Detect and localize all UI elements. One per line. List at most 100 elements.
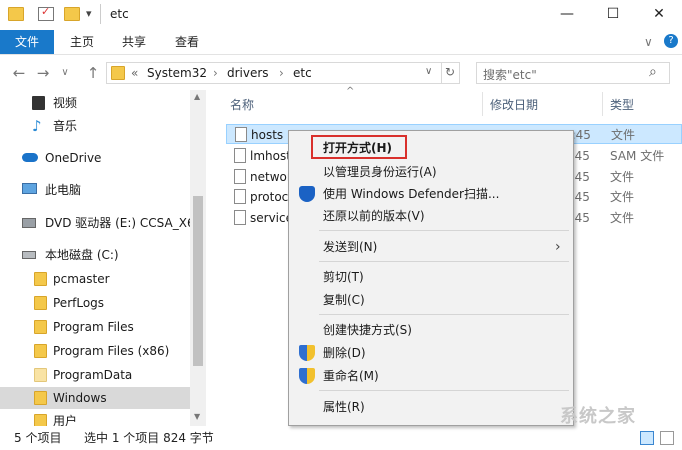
column-header-date[interactable]: 修改日期 [490,96,538,113]
tab-home[interactable]: 主页 [70,30,94,54]
quick-access-dropdown[interactable]: ▾ [86,7,92,20]
sidebar-item-this-pc[interactable]: 此电脑 [0,179,190,201]
properties-icon[interactable]: ✓ [38,5,54,21]
column-divider[interactable] [482,92,483,116]
sidebar-item-label: 音乐 [53,119,78,133]
sidebar-item-label: Windows [53,391,107,405]
breadcrumb-overflow[interactable]: « [131,66,138,80]
menu-separator [319,261,569,262]
menu-item-properties[interactable]: 属性(R) [289,396,573,418]
breadcrumb-system32[interactable]: System32 [147,66,207,80]
sidebar-item-label: 用户 [53,414,78,426]
tab-view[interactable]: 查看 [175,30,199,54]
folder-icon [34,296,47,310]
scrollbar-thumb[interactable] [193,196,203,366]
tab-file[interactable]: 文件 [0,30,54,54]
recent-locations-button[interactable]: ∨ [54,62,76,84]
refresh-button[interactable]: ↻ [445,65,455,79]
column-divider[interactable] [602,92,603,116]
menu-item-open-with[interactable]: 打开方式(H) [289,137,573,159]
computer-icon [22,183,37,194]
up-button[interactable]: ↑ [82,62,104,84]
search-box[interactable]: 搜索"etc" ⌕ [476,62,670,84]
forward-button[interactable]: → [32,62,54,84]
folder-icon [34,344,47,358]
search-input[interactable]: 搜索"etc" [483,66,537,83]
status-bar: 5 个项目 选中 1 个项目 824 字节 [0,426,682,450]
sidebar-item-onedrive[interactable]: OneDrive [0,147,190,169]
breadcrumb-etc[interactable]: etc [293,66,312,80]
menu-item-cut[interactable]: 剪切(T) [289,266,573,288]
scroll-down-arrow[interactable]: ▼ [194,412,200,421]
selection-info: 选中 1 个项目 824 字节 [84,431,214,445]
tab-share[interactable]: 共享 [122,30,146,54]
divider [441,63,442,83]
sidebar-item-music[interactable]: ♪ 音乐 [0,115,190,137]
file-type: 文件 [611,128,636,142]
menu-item-label: 打开方式(H) [323,141,393,155]
address-bar[interactable]: « System32 › drivers › etc ∨ ↻ [106,62,460,84]
sidebar-item-program-files[interactable]: Program Files [0,316,190,338]
folder-icon [111,66,125,80]
details-view-icon[interactable] [640,431,654,445]
sidebar-item-videos[interactable]: 视频 [0,92,190,114]
file-icon [234,210,246,225]
file-name: hosts [251,128,284,142]
drive-icon [22,251,36,259]
sidebar-item-program-files-x86[interactable]: Program Files (x86) [0,340,190,362]
sidebar-item-local-disk[interactable]: 本地磁盘 (C:) [0,244,190,266]
menu-item-restore-previous[interactable]: 还原以前的版本(V) [289,205,573,227]
menu-separator [319,314,569,315]
music-icon: ♪ [32,117,42,135]
close-button[interactable]: ✕ [636,0,682,30]
menu-item-label: 复制(C) [323,293,365,307]
watermark-logo: 系统之家 [560,406,636,427]
address-dropdown[interactable]: ∨ [425,66,432,77]
video-icon [32,96,45,110]
menu-item-label: 重命名(M) [323,369,379,383]
ribbon-collapse-button[interactable]: ∨ [644,30,653,54]
menu-item-delete[interactable]: 删除(D) [289,342,573,364]
large-icons-view-icon[interactable] [660,431,674,445]
menu-item-defender-scan[interactable]: 使用 Windows Defender扫描... [289,183,573,205]
sidebar-item-programdata[interactable]: ProgramData [0,364,190,386]
file-icon [234,169,246,184]
item-count: 5 个项目 [14,431,62,445]
chevron-right-icon: › [555,239,561,255]
folder-icon [34,272,47,286]
scroll-up-arrow[interactable]: ▲ [194,92,200,101]
sidebar-item-pcmaster[interactable]: pcmaster [0,268,190,290]
sidebar-item-perflogs[interactable]: PerfLogs [0,292,190,314]
maximize-button[interactable]: ☐ [590,0,636,30]
minimize-button[interactable]: — [544,0,590,30]
file-icon [235,127,247,142]
menu-item-rename[interactable]: 重命名(M) [289,365,573,387]
sidebar-item-users[interactable]: 用户 [0,410,190,426]
sidebar-item-windows[interactable]: Windows [0,387,190,409]
search-icon[interactable]: ⌕ [649,64,657,80]
file-icon [234,148,246,163]
back-button[interactable]: ← [8,62,30,84]
sidebar-item-dvd[interactable]: DVD 驱动器 (E:) CCSA_X64 [0,212,202,234]
sidebar-item-label: ProgramData [53,368,133,382]
menu-item-label: 还原以前的版本(V) [323,209,425,223]
column-header-name[interactable]: 名称 [230,96,254,113]
help-button[interactable]: ? [664,34,678,48]
menu-item-copy[interactable]: 复制(C) [289,289,573,311]
sidebar-item-label: pcmaster [53,272,110,286]
sidebar-scrollbar[interactable]: ▲ ▼ [190,90,206,426]
folder-icon [34,414,47,426]
navigation-pane: 视频 ♪ 音乐 OneDrive 此电脑 DVD 驱动器 (E:) CCSA_X… [0,90,206,426]
menu-item-send-to[interactable]: 发送到(N) › [289,236,573,258]
breadcrumb-drivers[interactable]: drivers [227,66,269,80]
menu-item-label: 删除(D) [323,346,366,360]
menu-item-create-shortcut[interactable]: 创建快捷方式(S) [289,319,573,341]
file-type: 文件 [610,211,635,225]
sidebar-item-label: 本地磁盘 (C:) [45,248,119,262]
menu-item-run-as-admin[interactable]: 以管理员身份运行(A) [289,161,573,183]
menu-item-label: 发送到(N) [323,240,378,254]
new-folder-icon[interactable] [64,7,80,21]
column-header-type[interactable]: 类型 [610,96,634,113]
folder-icon [34,368,47,382]
folder-icon [34,320,47,334]
